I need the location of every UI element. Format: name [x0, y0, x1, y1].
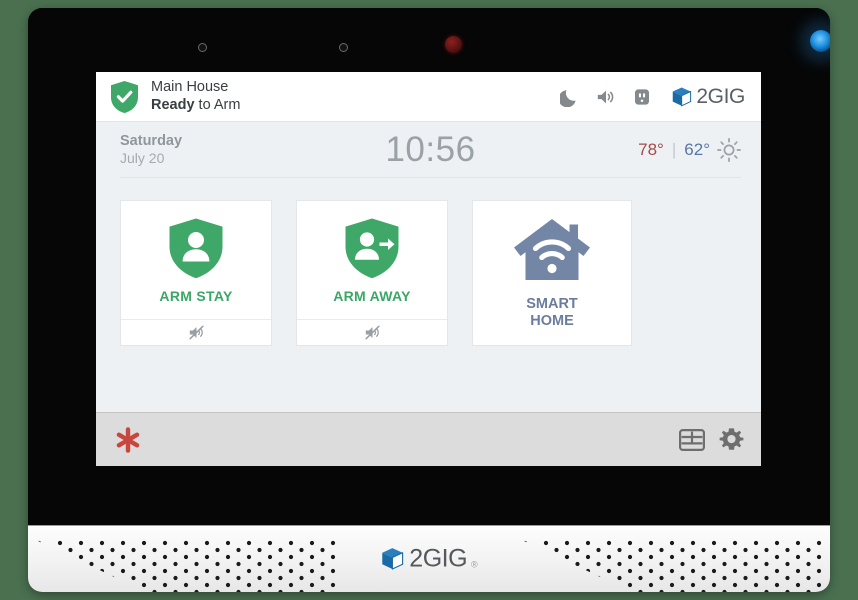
mute-icon[interactable]	[188, 325, 205, 340]
card-deck: ARM STAY ARM AWAY SMART HOME	[96, 178, 761, 346]
date-block: Saturday July 20	[120, 133, 305, 167]
arm-stay-card-body: ARM STAY	[121, 201, 271, 319]
panel-name: Main House	[151, 79, 229, 96]
speaker-grille-right	[522, 540, 822, 592]
keypad-icon[interactable]	[679, 428, 705, 451]
toolbar-right-group	[679, 427, 744, 452]
2gig-cube-logo-icon	[673, 86, 692, 106]
brand-name-header: 2GIG	[696, 84, 745, 108]
weather-block[interactable]: 78° | 62°	[556, 138, 741, 162]
arm-stay-label: ARM STAY	[159, 287, 233, 304]
arm-away-card[interactable]: ARM AWAY	[296, 200, 448, 346]
mute-icon[interactable]	[364, 325, 381, 340]
screen-toolbar	[96, 412, 761, 466]
panel-status-bold: Ready	[151, 96, 195, 113]
screen-header: Main House Ready to Arm 2GIG	[96, 72, 761, 122]
header-icon-group: 2GIG	[560, 85, 745, 109]
panel-title-block: Main House Ready to Arm	[151, 79, 240, 113]
arm-stay-card[interactable]: ARM STAY	[120, 200, 272, 346]
brand-trademark: ®	[471, 559, 478, 570]
temp-separator: |	[671, 140, 677, 159]
arm-away-label: ARM AWAY	[333, 287, 411, 304]
shield-check-icon	[111, 80, 138, 113]
clock-display: 10:56	[385, 130, 476, 169]
volume-icon[interactable]	[596, 87, 616, 107]
proximity-sensor	[198, 43, 207, 52]
weekday-label: Saturday	[120, 132, 183, 149]
brand-logo-bottom: 2GIG ®	[380, 544, 478, 574]
monthday-label: July 20	[120, 150, 165, 167]
smart-home-label-line1: SMART	[526, 295, 578, 312]
sun-icon	[717, 138, 741, 162]
arm-away-card-footer[interactable]	[297, 319, 447, 345]
temp-high-label: 78°	[638, 140, 664, 159]
ambient-light-sensor	[339, 43, 348, 52]
security-panel-device: Main House Ready to Arm 2GIG Saturday Ju…	[28, 8, 830, 592]
smart-home-card-body: SMART HOME	[473, 201, 631, 345]
smart-home-label: SMART HOME	[526, 296, 578, 331]
shield-person-arrow-icon	[345, 218, 399, 278]
brand-name-bottom: 2GIG	[409, 544, 468, 573]
smart-home-card[interactable]: SMART HOME	[472, 200, 632, 346]
shield-person-icon	[169, 218, 223, 278]
moon-icon[interactable]	[560, 87, 580, 107]
panel-status-text: Ready to Arm	[151, 97, 240, 114]
house-wifi-icon	[514, 218, 590, 280]
speaker-panel: 2GIG ®	[28, 525, 830, 592]
arm-away-card-body: ARM AWAY	[297, 201, 447, 319]
status-row: Saturday July 20 10:56 78° | 62°	[96, 122, 761, 178]
2gig-cube-logo-icon	[382, 548, 404, 570]
panel-status-rest: to Arm	[194, 96, 241, 113]
camera-lens-icon	[445, 36, 462, 53]
emergency-asterisk-icon[interactable]	[116, 426, 140, 453]
speaker-grille-left	[36, 540, 336, 592]
outlet-icon[interactable]	[632, 87, 652, 107]
power-led-icon	[810, 30, 830, 52]
temp-low-label: 62°	[684, 140, 710, 159]
brand-logo-header: 2GIG	[671, 85, 745, 109]
smart-home-label-line2: HOME	[530, 313, 574, 329]
touchscreen-display: Main House Ready to Arm 2GIG Saturday Ju…	[96, 72, 761, 466]
arm-stay-card-footer[interactable]	[121, 319, 271, 345]
gear-icon[interactable]	[719, 427, 744, 452]
